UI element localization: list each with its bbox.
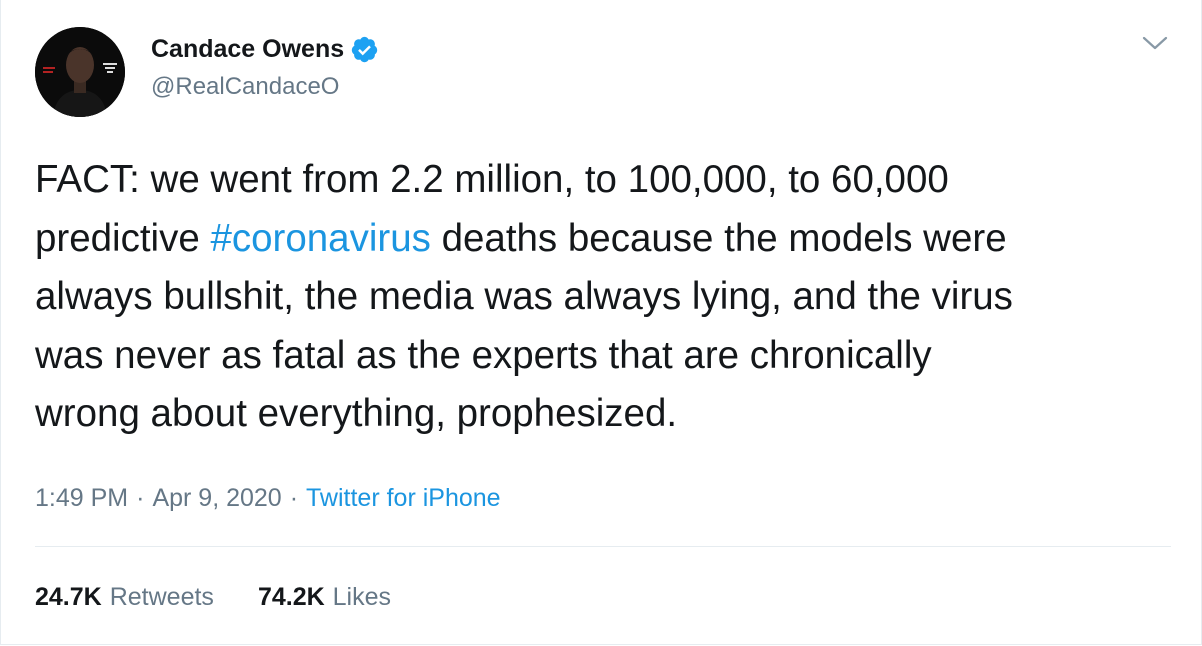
tweet-text: FACT: we went from 2.2 million, to 100,0…: [35, 151, 1185, 444]
tweet-meta: 1:49 PM · Apr 9, 2020 · Twitter for iPhone: [35, 481, 501, 515]
tweet-text-segment: was never as fatal as the experts that a…: [35, 333, 932, 377]
tweet-source-link[interactable]: Twitter for iPhone: [306, 484, 501, 512]
tweet-text-line: was never as fatal as the experts that a…: [35, 327, 1185, 386]
handle[interactable]: @RealCandaceO: [151, 70, 379, 104]
tweet-stats: 24.7K Retweets 74.2K Likes: [35, 580, 391, 614]
tweet-text-segment: wrong about everything, prophesized.: [35, 392, 678, 435]
tweet-date[interactable]: Apr 9, 2020: [152, 484, 281, 512]
display-name[interactable]: Candace Owens: [151, 32, 344, 66]
meta-separator: ·: [289, 484, 299, 512]
tweet-text-line: wrong about everything, prophesized.: [35, 385, 1185, 444]
chevron-down-icon[interactable]: [1141, 33, 1169, 53]
avatar[interactable]: [35, 27, 125, 117]
meta-separator: ·: [136, 484, 145, 512]
tweet-text-line: predictive #coronavirus deaths because t…: [35, 210, 1185, 269]
retweets-stat[interactable]: 24.7K Retweets: [35, 580, 214, 614]
retweets-label: Retweets: [109, 583, 214, 611]
tweet-text-line: FACT: we went from 2.2 million, to 100,0…: [35, 151, 1185, 210]
hashtag-link[interactable]: #coronavirus: [210, 217, 430, 260]
likes-stat[interactable]: 74.2K Likes: [258, 580, 391, 614]
likes-label: Likes: [332, 583, 392, 611]
tweet-time[interactable]: 1:49 PM: [35, 484, 128, 512]
tweet-text-line: always bullshit, the media was always ly…: [35, 268, 1185, 327]
retweets-count: 24.7K: [35, 583, 102, 611]
tweet-text-segment: FACT: we went from 2.2 million, to 100,0…: [35, 158, 949, 201]
verified-badge-icon: [351, 36, 378, 62]
likes-count: 74.2K: [257, 583, 325, 611]
tweet-text-segment: deaths because the models were: [430, 216, 1007, 260]
divider: [35, 546, 1171, 547]
tweet-text-segment: predictive: [35, 216, 211, 260]
display-name-row: Candace Owens: [151, 32, 379, 66]
tweet-card: Candace Owens @RealCandaceO FACT: we wen…: [0, 0, 1202, 645]
profile-photo-icon: [35, 27, 125, 117]
tweet-text-segment: always bullshit, the media was always ly…: [35, 275, 1013, 318]
author-block[interactable]: Candace Owens @RealCandaceO: [151, 32, 379, 104]
